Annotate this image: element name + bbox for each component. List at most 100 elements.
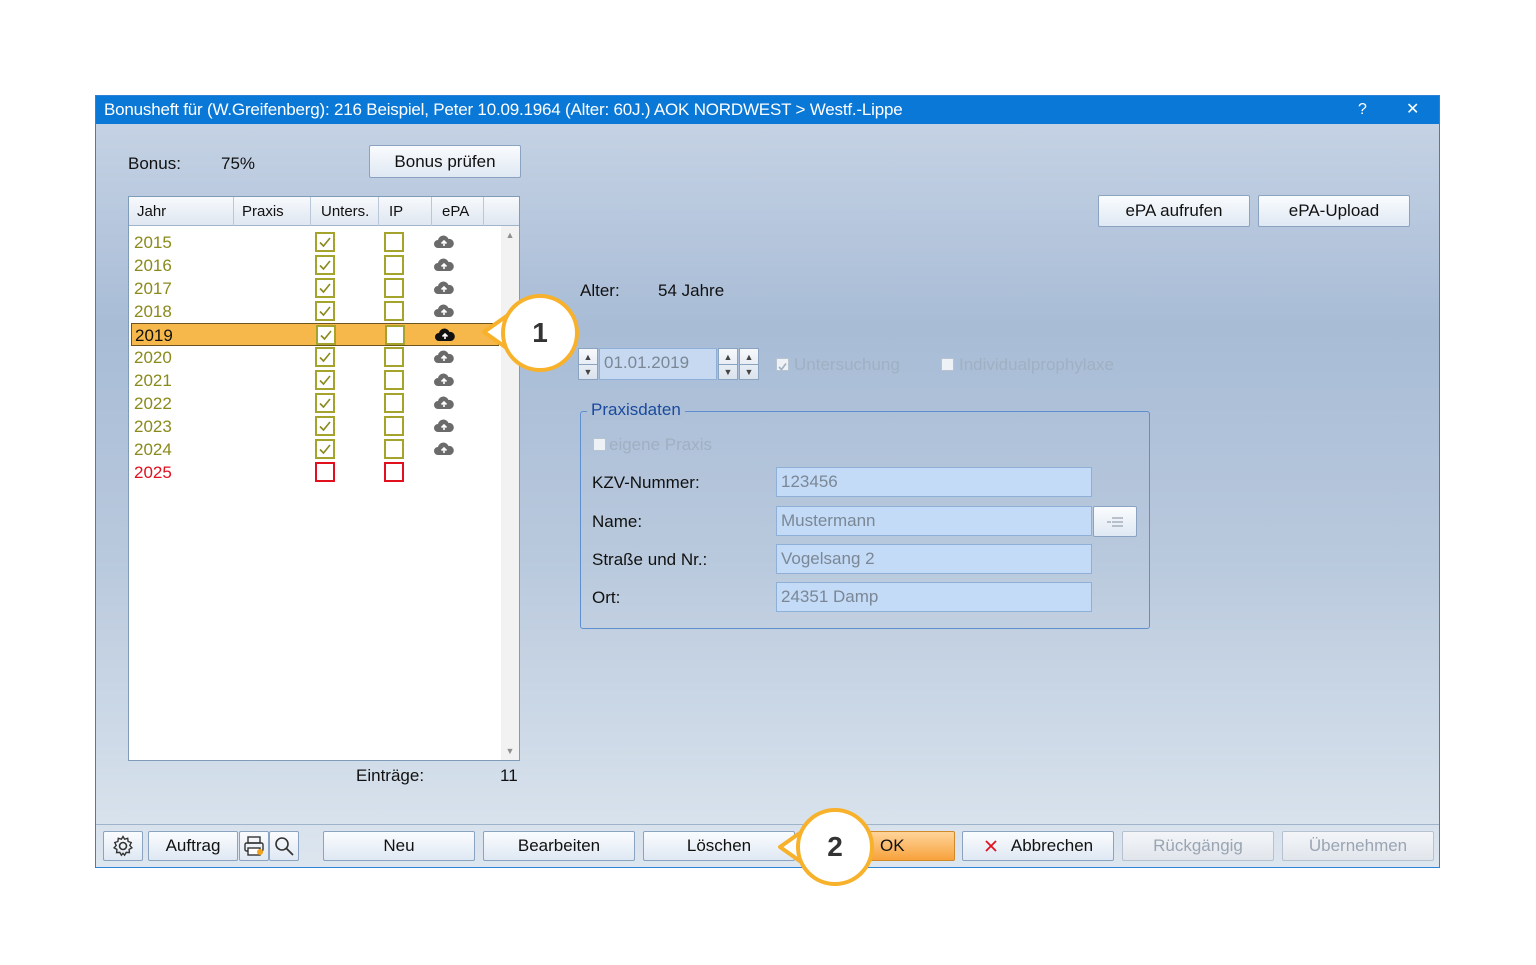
epa-cloud-icon[interactable] <box>433 441 455 462</box>
scroll-up-icon[interactable]: ▲ <box>501 230 519 240</box>
row-year: 2017 <box>134 279 172 298</box>
untersuchung-label: Untersuchung <box>794 355 900 374</box>
date-spinner-right[interactable]: ▲ ▼ <box>739 348 759 380</box>
ip-row-checkbox[interactable] <box>384 232 404 252</box>
street-field[interactable]: Vogelsang 2 <box>776 544 1092 574</box>
cloud-upload-icon <box>435 328 455 341</box>
city-field[interactable]: 24351 Damp <box>776 582 1092 612</box>
name-lookup-button[interactable] <box>1093 506 1137 537</box>
apply-button[interactable]: Übernehmen <box>1282 831 1434 861</box>
unters-checkbox[interactable] <box>315 255 335 275</box>
epa-upload-button[interactable]: ePA-Upload <box>1258 195 1410 227</box>
epa-open-button[interactable]: ePA aufrufen <box>1098 195 1250 227</box>
spin-down-icon[interactable]: ▼ <box>740 364 758 379</box>
spin-up-icon[interactable]: ▲ <box>740 349 758 364</box>
settings-button[interactable] <box>103 831 143 861</box>
column-praxis[interactable]: Praxis <box>234 197 311 226</box>
row-year: 2019 <box>135 326 173 345</box>
epa-cloud-icon[interactable] <box>433 280 455 301</box>
age-value: 54 Jahre <box>658 281 725 300</box>
unters-checkbox[interactable] <box>315 439 335 459</box>
list-row[interactable]: 2022 <box>131 392 499 415</box>
epa-cloud-icon[interactable] <box>433 395 455 416</box>
unters-checkbox[interactable] <box>315 278 335 298</box>
column-unters[interactable]: Unters. <box>311 197 379 226</box>
list-row[interactable]: 2024 <box>131 438 499 461</box>
city-label: Ort: <box>592 588 621 607</box>
help-icon[interactable]: ? <box>1358 96 1367 124</box>
new-button[interactable]: Neu <box>323 831 475 861</box>
epa-cloud-icon[interactable] <box>433 234 455 255</box>
unters-checkbox[interactable] <box>315 301 335 321</box>
list-row[interactable]: 2025 <box>131 461 499 484</box>
column-epa[interactable]: ePA <box>432 197 484 226</box>
callout-2: 2 <box>796 808 874 886</box>
spin-down-icon[interactable]: ▼ <box>719 364 737 379</box>
column-ip[interactable]: IP <box>379 197 432 226</box>
auftrag-button[interactable]: Auftrag <box>148 831 238 861</box>
list-row[interactable]: 2016 <box>131 254 499 277</box>
print-button[interactable] <box>239 831 269 861</box>
row-year: 2020 <box>134 348 172 367</box>
ip-row-checkbox[interactable] <box>384 347 404 367</box>
ip-row-checkbox[interactable] <box>384 370 404 390</box>
unters-checkbox[interactable] <box>315 416 335 436</box>
unters-checkbox[interactable] <box>315 347 335 367</box>
list-row[interactable]: 2019 <box>131 323 499 346</box>
spin-down-icon[interactable]: ▼ <box>579 364 597 379</box>
ip-row-checkbox[interactable] <box>385 325 405 345</box>
spin-up-icon[interactable]: ▲ <box>579 349 597 364</box>
cancel-button[interactable]: Abbrechen <box>962 831 1114 861</box>
check-icon <box>319 306 331 317</box>
ip-row-checkbox[interactable] <box>384 278 404 298</box>
list-row[interactable]: 2020 <box>131 346 499 369</box>
epa-cloud-icon[interactable] <box>433 303 455 324</box>
ip-row-checkbox[interactable] <box>384 393 404 413</box>
epa-cloud-icon[interactable] <box>433 372 455 393</box>
cloud-upload-icon <box>434 304 454 317</box>
date-field[interactable]: 01.01.2019 <box>599 348 717 380</box>
list-row[interactable]: 2023 <box>131 415 499 438</box>
ip-row-checkbox[interactable] <box>384 416 404 436</box>
close-icon[interactable]: ✕ <box>1406 96 1419 124</box>
ip-row-checkbox[interactable] <box>384 462 404 482</box>
delete-button[interactable]: Löschen <box>643 831 795 861</box>
ok-button[interactable]: OK <box>867 831 955 861</box>
list-row[interactable]: 2017 <box>131 277 499 300</box>
list-row[interactable]: 2018 <box>131 300 499 323</box>
kzv-field[interactable]: 123456 <box>776 467 1092 497</box>
year-list[interactable]: Jahr Praxis Unters. IP ePA 2015 2016 2017 2… <box>128 196 520 761</box>
kzv-label: KZV-Nummer: <box>592 473 700 492</box>
epa-cloud-icon[interactable] <box>433 257 455 278</box>
ip-row-checkbox[interactable] <box>384 439 404 459</box>
year-spinner[interactable]: ▲ ▼ <box>578 348 598 380</box>
epa-cloud-icon[interactable] <box>433 349 455 370</box>
list-row[interactable]: 2015 <box>131 231 499 254</box>
bonus-check-button[interactable]: Bonus prüfen <box>369 145 521 178</box>
ip-checkbox[interactable] <box>941 358 954 371</box>
undo-button[interactable]: Rückgängig <box>1122 831 1274 861</box>
unters-checkbox[interactable] <box>315 370 335 390</box>
age-label: Alter: <box>580 281 620 300</box>
preview-button[interactable] <box>269 831 299 861</box>
own-practice-checkbox[interactable] <box>593 438 606 451</box>
untersuchung-checkbox[interactable] <box>776 358 789 371</box>
callout-1: 1 <box>501 294 579 372</box>
epa-cloud-icon[interactable] <box>433 418 455 439</box>
ip-row-checkbox[interactable] <box>384 255 404 275</box>
date-spinner-left[interactable]: ▲ ▼ <box>718 348 738 380</box>
check-icon <box>319 398 331 409</box>
unters-checkbox[interactable] <box>315 232 335 252</box>
unters-checkbox[interactable] <box>315 462 335 482</box>
spin-up-icon[interactable]: ▲ <box>719 349 737 364</box>
epa-cloud-icon[interactable] <box>434 327 456 348</box>
scroll-down-icon[interactable]: ▼ <box>501 746 519 756</box>
check-icon <box>319 444 331 455</box>
list-row[interactable]: 2021 <box>131 369 499 392</box>
edit-button[interactable]: Bearbeiten <box>483 831 635 861</box>
ip-row-checkbox[interactable] <box>384 301 404 321</box>
name-field[interactable]: Mustermann <box>776 506 1092 536</box>
unters-checkbox[interactable] <box>316 325 336 345</box>
column-jahr[interactable]: Jahr <box>129 197 234 226</box>
unters-checkbox[interactable] <box>315 393 335 413</box>
